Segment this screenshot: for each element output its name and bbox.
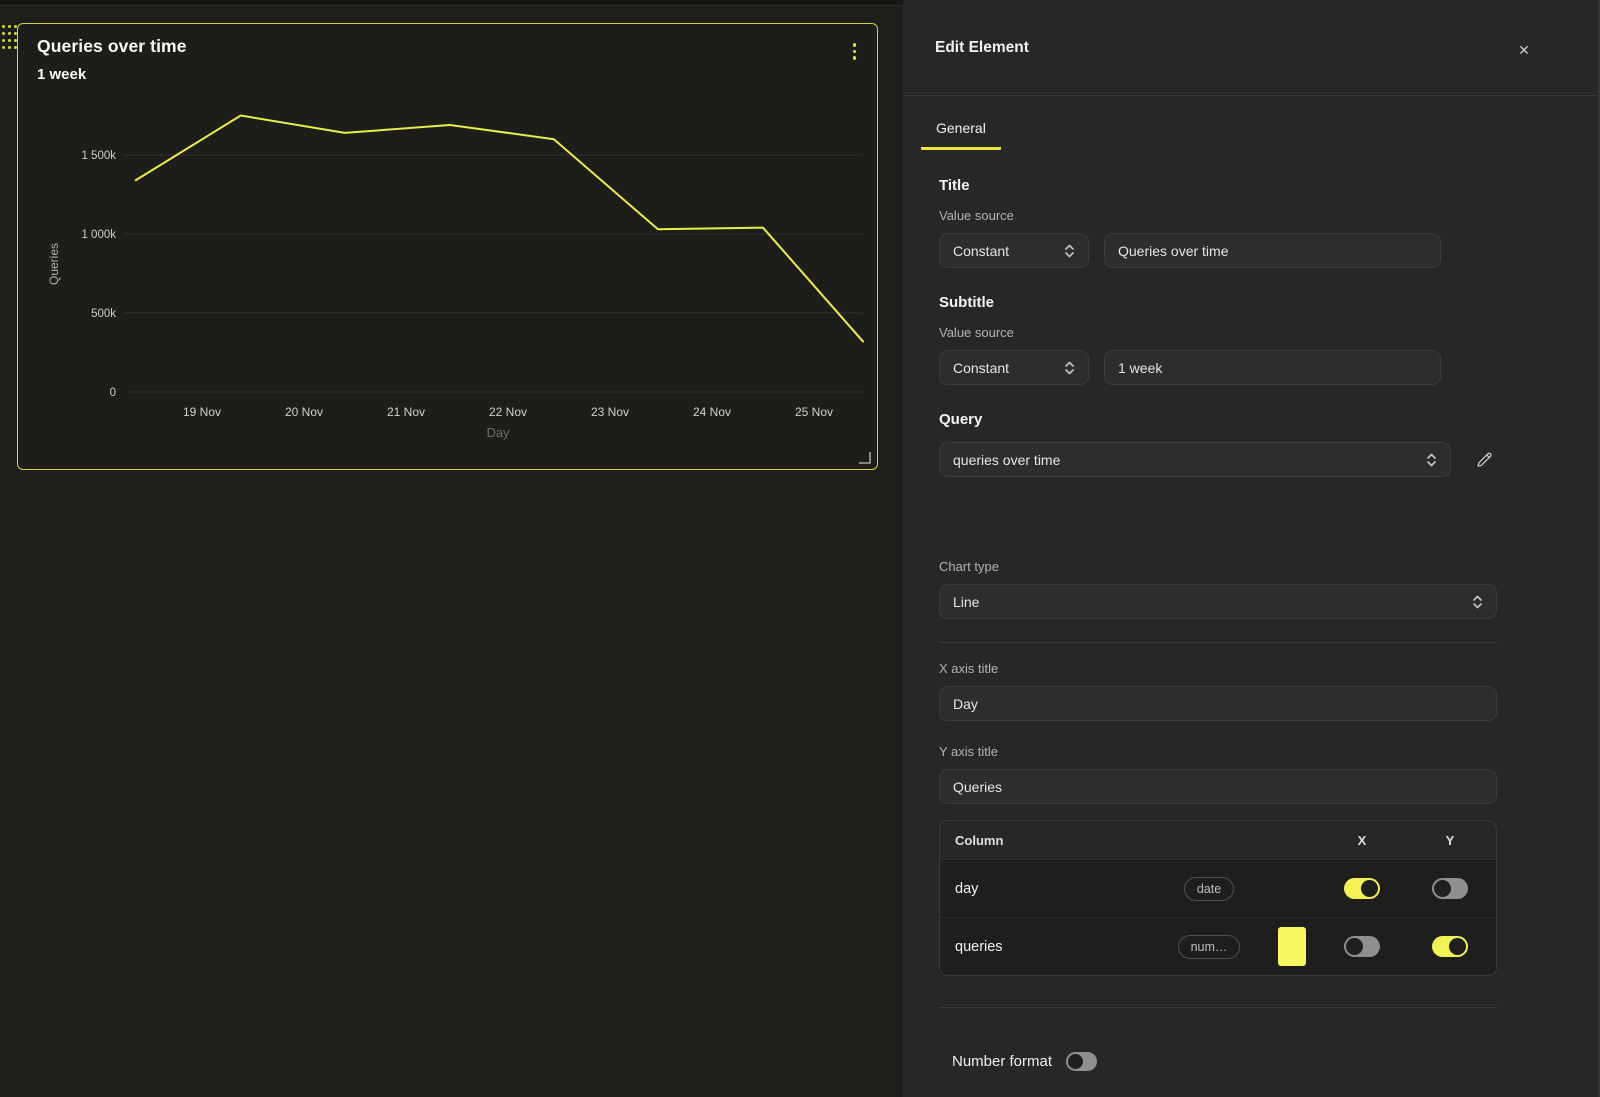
tab-bar: General xyxy=(903,110,1598,150)
series-color-swatch[interactable] xyxy=(1278,927,1306,966)
queries-x-toggle[interactable] xyxy=(1344,936,1380,957)
subtitle-section-heading: Subtitle xyxy=(939,294,1497,311)
chart-title: Queries over time xyxy=(37,36,187,57)
y-header: Y xyxy=(1446,833,1455,848)
title-source-value: Constant xyxy=(953,243,1009,259)
table-row-queries: queries num… xyxy=(940,917,1496,975)
chart-type-value: Line xyxy=(953,594,979,610)
y-axis-title-value: Queries xyxy=(953,779,1002,795)
title-source-select[interactable]: Constant xyxy=(939,233,1089,268)
number-format-toggle[interactable] xyxy=(1066,1052,1097,1071)
pencil-icon xyxy=(1475,450,1494,469)
svg-text:25 Nov: 25 Nov xyxy=(795,405,833,419)
query-select[interactable]: queries over time xyxy=(939,442,1451,477)
title-value-source-label: Value source xyxy=(939,208,1497,223)
number-format-label: Number format xyxy=(952,1053,1052,1070)
svg-text:23 Nov: 23 Nov xyxy=(591,405,629,419)
panel-body: Title Value source Constant Queries over… xyxy=(903,150,1497,1071)
svg-text:1 500k: 1 500k xyxy=(81,150,116,162)
chart-card[interactable]: Queries over time 1 week 0 500k 1 000k 1 50… xyxy=(17,23,878,470)
line-chart: 0 500k 1 000k 1 500k 19 Nov 20 Nov 21 Nov 22 No… xyxy=(18,24,879,471)
edit-element-panel: Edit Element ✕ General Title Value sourc… xyxy=(903,0,1600,1097)
section-divider xyxy=(939,1007,1497,1008)
resize-handle-icon[interactable] xyxy=(857,450,872,465)
x-axis-title-label: X axis title xyxy=(939,661,1497,676)
dashboard-canvas: Queries over time 1 week 0 500k 1 000k 1 50… xyxy=(0,0,903,1097)
columns-table: Column X Y day date queries num… xyxy=(939,820,1497,976)
query-section-heading: Query xyxy=(939,411,1497,428)
column-name: day xyxy=(940,881,1154,897)
chart-type-select[interactable]: Line xyxy=(939,584,1497,619)
x-axis-title-input[interactable]: Day xyxy=(939,686,1497,721)
y-axis-title-input[interactable]: Queries xyxy=(939,769,1497,804)
svg-text:24 Nov: 24 Nov xyxy=(693,405,731,419)
kebab-menu-icon[interactable] xyxy=(850,40,860,63)
queries-y-toggle[interactable] xyxy=(1432,936,1468,957)
panel-title: Edit Element xyxy=(935,39,1029,57)
subtitle-value-input[interactable]: 1 week xyxy=(1104,350,1441,385)
svg-text:19 Nov: 19 Nov xyxy=(183,405,221,419)
svg-text:500k: 500k xyxy=(91,308,116,320)
subtitle-source-select[interactable]: Constant xyxy=(939,350,1089,385)
column-name: queries xyxy=(940,939,1154,955)
svg-text:1 000k: 1 000k xyxy=(81,229,116,241)
type-badge: date xyxy=(1184,877,1234,901)
chart-card-titles: Queries over time 1 week xyxy=(37,36,187,83)
svg-text:20 Nov: 20 Nov xyxy=(285,405,323,419)
chevron-up-down-icon xyxy=(1064,360,1075,376)
title-section-heading: Title xyxy=(939,177,1497,194)
title-value-input[interactable]: Queries over time xyxy=(1104,233,1441,268)
tab-general[interactable]: General xyxy=(921,110,1001,150)
app-root: Queries over time 1 week 0 500k 1 000k 1 50… xyxy=(0,0,1600,1097)
svg-text:21 Nov: 21 Nov xyxy=(387,405,425,419)
column-header: Column xyxy=(940,833,1154,848)
table-row-day: day date xyxy=(940,859,1496,917)
drag-handle-icon[interactable] xyxy=(2,25,17,49)
type-badge: num… xyxy=(1178,935,1241,959)
svg-text:0: 0 xyxy=(110,387,116,399)
chevron-up-down-icon xyxy=(1064,243,1075,259)
x-axis-title-value: Day xyxy=(953,696,978,712)
columns-table-header: Column X Y xyxy=(940,821,1496,859)
chevron-up-down-icon xyxy=(1426,452,1437,468)
query-select-value: queries over time xyxy=(953,452,1060,468)
svg-text:22 Nov: 22 Nov xyxy=(489,405,527,419)
chart-type-label: Chart type xyxy=(939,559,1497,574)
subtitle-value-source-label: Value source xyxy=(939,325,1497,340)
title-value-text: Queries over time xyxy=(1118,243,1228,259)
y-axis-title-label: Y axis title xyxy=(939,744,1497,759)
day-y-toggle[interactable] xyxy=(1432,878,1468,899)
close-icon[interactable]: ✕ xyxy=(1512,38,1536,62)
edit-query-button[interactable] xyxy=(1475,450,1494,469)
chevron-up-down-icon xyxy=(1472,594,1483,610)
number-format-row: Number format xyxy=(939,1052,1497,1071)
panel-header: Edit Element xyxy=(903,0,1598,96)
x-header: X xyxy=(1358,833,1367,848)
day-x-toggle[interactable] xyxy=(1344,878,1380,899)
chart-subtitle: 1 week xyxy=(37,66,187,83)
subtitle-source-value: Constant xyxy=(953,360,1009,376)
subtitle-value-text: 1 week xyxy=(1118,360,1162,376)
svg-text:Queries: Queries xyxy=(47,243,61,285)
svg-text:Day: Day xyxy=(486,425,510,440)
